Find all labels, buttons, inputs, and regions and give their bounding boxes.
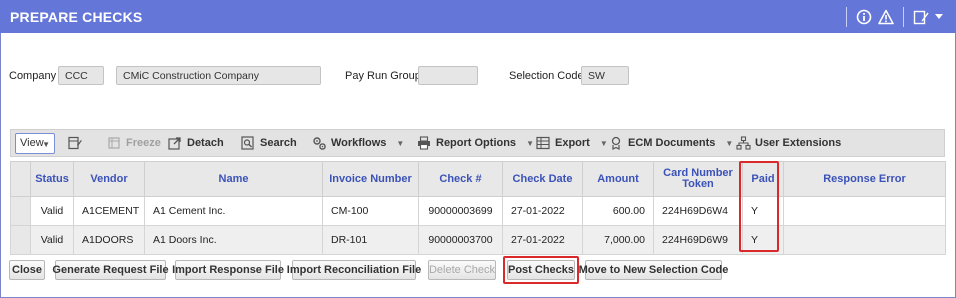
table-row[interactable]: Valid A1CEMENT A1 Cement Inc. CM-100 900… [10,196,946,226]
row-selector[interactable] [10,225,31,255]
export-icon [535,135,551,151]
detach-icon [167,135,183,151]
user-extensions-label: User Extensions [755,137,842,149]
column-header-amount[interactable]: Amount [582,161,654,197]
title-bar: PREPARE CHECKS [0,0,956,33]
cell-status: Valid [30,196,74,226]
warning-icon[interactable] [875,6,897,28]
selection-code-label: Selection Code [509,70,584,82]
gear-icon [311,135,327,151]
column-header-status[interactable]: Status [30,161,74,197]
row-selector[interactable] [10,196,31,226]
ecm-documents-label: ECM Documents [628,137,716,149]
paid-column-highlight [739,161,779,252]
cell-invoice-number: DR-101 [322,225,419,255]
table-header-row: Status Vendor Name Invoice Number Check … [10,161,946,197]
view-dropdown-label: View [20,137,44,149]
chevron-down-icon: ▼ [725,138,734,148]
dropdown-arrow-icon[interactable] [932,6,946,28]
cell-invoice-number: CM-100 [322,196,419,226]
report-options-label: Report Options [436,137,517,149]
cell-status: Valid [30,225,74,255]
move-to-new-selection-code-button[interactable]: Move to New Selection Code [579,260,728,280]
printer-icon [416,135,432,151]
column-header-name[interactable]: Name [144,161,323,197]
separator [846,7,847,27]
pay-run-group-field[interactable] [418,66,478,85]
delete-check-button[interactable]: Delete Check [428,260,496,280]
cell-vendor: A1DOORS [73,225,145,255]
info-icon[interactable] [853,6,875,28]
checks-table: Status Vendor Name Invoice Number Check … [10,161,946,255]
layout-icon [67,135,83,151]
column-header-invoice-number[interactable]: Invoice Number [322,161,419,197]
cell-response-error [783,196,946,226]
cell-check-number: 90000003700 [418,225,503,255]
row-selector-header [10,161,31,197]
column-header-response-error[interactable]: Response Error [783,161,946,197]
layout-button[interactable] [67,130,87,156]
column-header-card-number-token[interactable]: Card Number Token [653,161,743,197]
cell-amount: 600.00 [582,196,654,226]
grid-toolbar: View ▼ Freeze Detach Search Workflows ▼ [10,129,945,157]
document-icon [608,135,624,151]
cell-name: A1 Doors Inc. [144,225,323,255]
chevron-down-icon: ▼ [42,140,50,149]
edit-icon[interactable] [910,6,932,28]
search-label: Search [260,137,297,149]
freeze-button[interactable]: Freeze [106,130,161,156]
cell-check-date: 27-01-2022 [502,225,583,255]
column-header-check-number[interactable]: Check # [418,161,503,197]
separator [903,7,904,27]
export-menu[interactable]: Export ▼ [535,130,608,156]
table-row[interactable]: Valid A1DOORS A1 Doors Inc. DR-101 90000… [10,225,946,255]
search-icon [240,135,256,151]
search-button[interactable]: Search [240,130,297,156]
cell-card-number-token: 224H69D6W4 [653,196,743,226]
import-reconciliation-file-button[interactable]: Import Reconciliation File [287,260,421,280]
cell-check-number: 90000003699 [418,196,503,226]
workflows-menu[interactable]: Workflows ▼ [311,130,404,156]
user-extensions-button[interactable]: User Extensions [735,130,841,156]
cell-response-error [783,225,946,255]
view-dropdown[interactable]: View ▼ [15,133,55,154]
column-header-vendor[interactable]: Vendor [73,161,145,197]
freeze-label: Freeze [126,137,161,149]
cell-card-number-token: 224H69D6W9 [653,225,743,255]
company-label: Company [9,70,57,82]
company-name-field: CMiC Construction Company [116,66,321,85]
chevron-down-icon: ▼ [599,138,608,148]
company-code-field[interactable]: CCC [58,66,104,85]
column-header-check-date[interactable]: Check Date [502,161,583,197]
post-checks-highlight [503,256,579,284]
detach-button[interactable]: Detach [167,130,224,156]
cell-vendor: A1CEMENT [73,196,145,226]
title-bar-actions [840,6,946,28]
export-label: Export [555,137,590,149]
selection-code-field[interactable]: SW [581,66,629,85]
pay-run-group-label: Pay Run Group [345,70,421,82]
import-response-file-button[interactable]: Import Response File [172,260,284,280]
freeze-icon [106,135,122,151]
cell-check-date: 27-01-2022 [502,196,583,226]
chevron-down-icon: ▼ [526,138,534,148]
detach-label: Detach [187,137,224,149]
page-title: PREPARE CHECKS [10,9,143,25]
cell-name: A1 Cement Inc. [144,196,323,226]
report-options-menu[interactable]: Report Options ▼ [416,130,534,156]
workflows-label: Workflows [331,137,387,149]
ecm-documents-menu[interactable]: ECM Documents ▼ [608,130,733,156]
chevron-down-icon: ▼ [396,138,405,148]
generate-request-file-button[interactable]: Generate Request File [52,260,169,280]
cell-amount: 7,000.00 [582,225,654,255]
close-button[interactable]: Close [9,260,45,280]
hierarchy-icon [735,135,751,151]
